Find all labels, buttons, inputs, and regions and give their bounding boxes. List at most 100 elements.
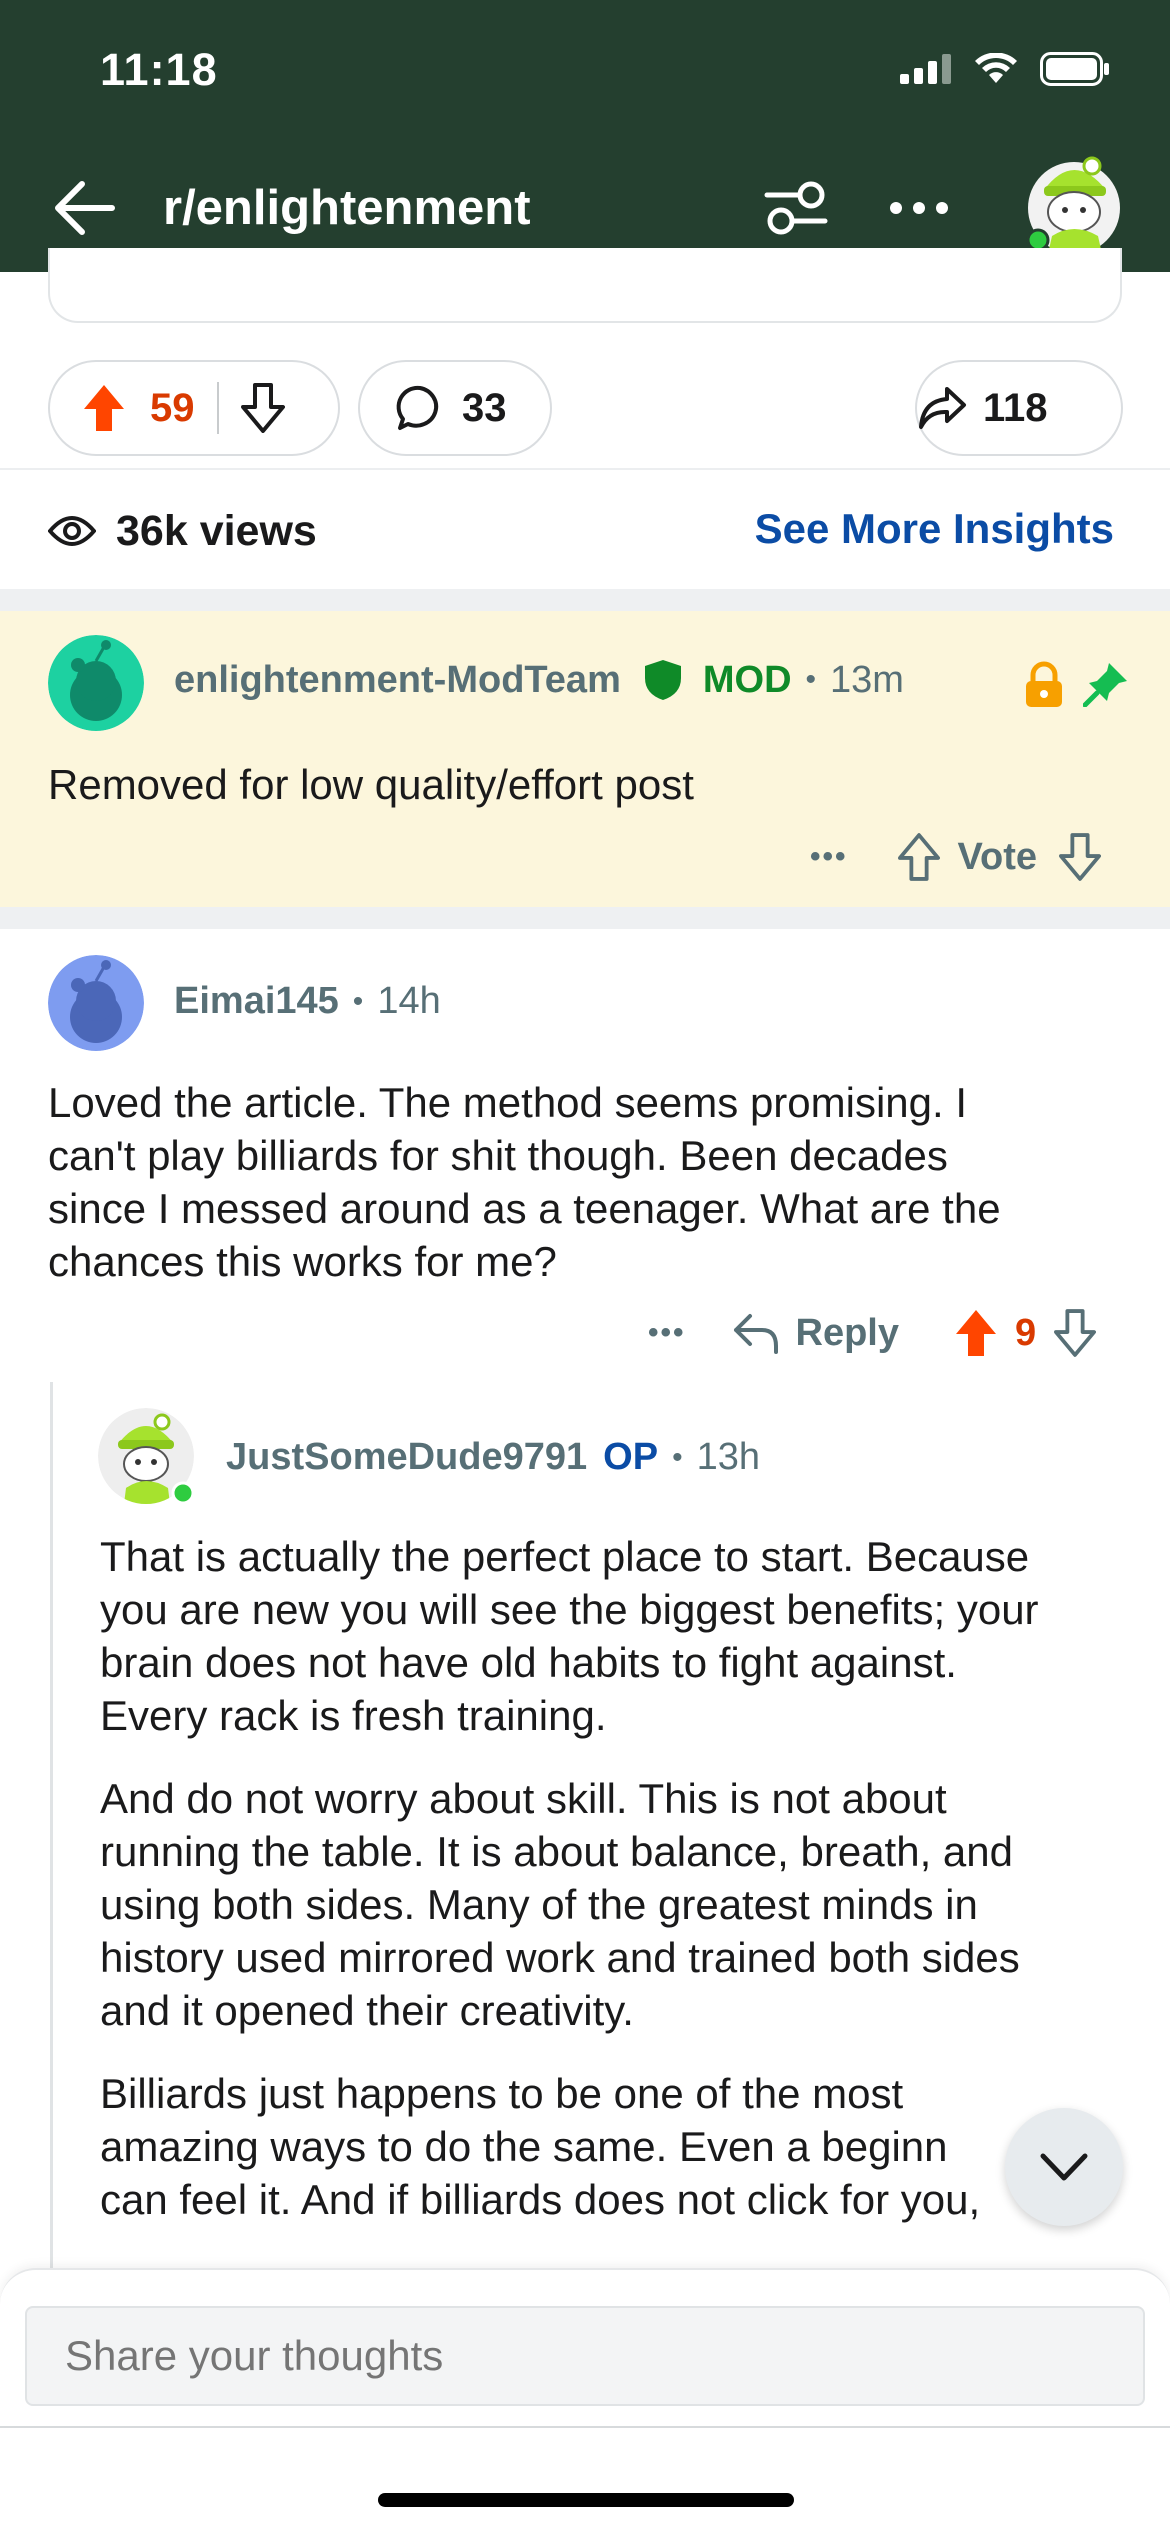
vote-label: Vote — [957, 835, 1038, 878]
post-comments-button[interactable]: 33 — [358, 360, 552, 456]
share-icon — [919, 387, 966, 429]
text-line: using both sides. Many of the greatest m… — [100, 1881, 978, 1928]
meta-dot: • — [805, 663, 817, 696]
text-line: you are new you will see the biggest ben… — [100, 1586, 1039, 1633]
snoo-avatar-icon — [48, 635, 144, 731]
mod-avatar[interactable] — [48, 635, 144, 731]
text-line: Billiards just happens to be one of the … — [100, 2070, 904, 2117]
eye-icon — [48, 516, 96, 546]
avatar-icon — [1026, 156, 1120, 254]
downvote-icon — [240, 383, 285, 433]
subreddit-title[interactable]: r/enlightenment — [163, 180, 531, 236]
back-arrow-icon — [55, 181, 115, 235]
comment-text: Loved the article. The method seems prom… — [48, 1076, 1001, 1288]
views-count: 36k views — [116, 506, 317, 555]
reply-time: 13h — [696, 1436, 760, 1478]
text-line: Loved the article. The method seems prom… — [48, 1079, 968, 1126]
signal-icon — [900, 54, 951, 84]
downvote-icon[interactable] — [1059, 833, 1102, 881]
filter-button[interactable] — [760, 172, 832, 244]
comment-count: 33 — [462, 385, 507, 430]
text-line: history used mirrored work and trained b… — [100, 1934, 1020, 1981]
comment-meta: Eimai145 • 14h — [174, 980, 441, 1023]
mod-comment-text: Removed for low quality/effort post — [48, 761, 694, 808]
more-icon — [890, 202, 948, 214]
post-downvote-button[interactable] — [240, 380, 287, 436]
scroll-next-button[interactable] — [1005, 2108, 1123, 2226]
reply-label: Reply — [795, 1311, 899, 1354]
filter-icon — [764, 181, 828, 235]
mod-comment-actions: ••• Vote — [810, 833, 1102, 881]
commenter-username[interactable]: Eimai145 — [174, 980, 339, 1023]
text-line: Every rack is fresh training. — [100, 1692, 607, 1739]
text-line: and it opened their creativity. — [100, 1987, 634, 2034]
battery-icon — [1040, 52, 1109, 86]
comment-time: 14h — [377, 980, 441, 1022]
thread-line[interactable] — [50, 1382, 53, 2282]
back-button[interactable] — [48, 175, 120, 241]
chevron-down-icon — [1040, 2153, 1088, 2181]
section-gap — [0, 589, 1170, 611]
status-icons — [900, 52, 1110, 86]
meta-dot: • — [672, 1440, 683, 1474]
online-indicator-icon — [171, 1481, 195, 1505]
mod-badge: MOD — [702, 658, 792, 701]
insights-row: 36k views See More Insights — [48, 497, 1122, 565]
lock-icon — [1026, 661, 1062, 707]
mod-more-button[interactable]: ••• — [810, 840, 848, 874]
text-line: amazing ways to do the same. Even a begi… — [100, 2123, 948, 2170]
text-line: running the table. It is about balance, … — [100, 1828, 1013, 1875]
pill-divider — [216, 382, 219, 434]
comment-score: 9 — [1015, 1311, 1037, 1354]
app-header: 11:18 r/enlightenment — [0, 0, 1170, 272]
post-card-bottom — [48, 248, 1122, 323]
comment-input[interactable] — [25, 2306, 1145, 2406]
text-line: brain does not have old habits to fight … — [100, 1639, 957, 1686]
commenter-avatar[interactable] — [48, 955, 144, 1051]
upvote-icon[interactable] — [953, 1308, 999, 1358]
wifi-icon — [975, 53, 1017, 83]
post-vote-pill: 59 — [48, 360, 340, 456]
see-more-insights-link[interactable]: See More Insights — [755, 505, 1114, 553]
reply-meta: JustSomeDude9791 OP • 13h — [226, 1436, 760, 1479]
text-line: since I messed around as a teenager. Wha… — [48, 1185, 1001, 1232]
text-line: And do not worry about skill. This is no… — [100, 1775, 947, 1822]
composer-separator — [0, 2426, 1170, 2428]
divider — [0, 468, 1170, 470]
post-upvote-button[interactable] — [82, 380, 128, 436]
comment-more-button[interactable]: ••• — [648, 1316, 686, 1350]
reply-button[interactable]: Reply — [732, 1312, 899, 1355]
status-time: 11:18 — [100, 44, 218, 95]
text-line: chances this works for me? — [48, 1238, 557, 1285]
pin-icon — [1083, 663, 1127, 707]
more-options-button[interactable] — [880, 172, 958, 244]
snoo-avatar-icon — [48, 955, 144, 1051]
comment-icon — [396, 385, 439, 430]
reply-username[interactable]: JustSomeDude9791 — [226, 1436, 587, 1479]
text-line: can't play billiards for shit though. Be… — [48, 1132, 948, 1179]
home-indicator[interactable] — [378, 2493, 794, 2507]
reply-paragraph: Billiards just happens to be one of the … — [100, 2067, 1039, 2226]
upvote-outline-icon[interactable] — [897, 833, 940, 881]
text-line: That is actually the perfect place to st… — [100, 1533, 1030, 1580]
reply-icon — [733, 1314, 778, 1354]
reply-text: That is actually the perfect place to st… — [100, 1530, 1039, 2226]
shield-icon — [644, 660, 681, 700]
share-count: 118 — [983, 385, 1048, 430]
mod-time: 13m — [830, 658, 904, 701]
post-score: 59 — [150, 385, 195, 430]
upvote-icon — [84, 385, 124, 431]
reply-paragraph: And do not worry about skill. This is no… — [100, 1772, 1039, 2037]
mod-username[interactable]: enlightenment-ModTeam — [174, 659, 621, 702]
downvote-icon[interactable] — [1054, 1309, 1097, 1357]
op-badge: OP — [603, 1436, 659, 1478]
user-avatar-button[interactable] — [1022, 150, 1126, 260]
post-share-button[interactable]: 118 — [915, 360, 1123, 456]
comment-composer — [0, 2268, 1170, 2532]
reply-paragraph: That is actually the perfect place to st… — [100, 1530, 1039, 1742]
comment-actions: ••• Reply 9 — [648, 1308, 1097, 1358]
section-gap — [0, 907, 1170, 929]
meta-dot: • — [352, 984, 364, 1018]
text-line: can feel it. And if billiards does not c… — [100, 2176, 981, 2223]
mod-meta: enlightenment-ModTeam MOD • 13m — [174, 658, 904, 702]
